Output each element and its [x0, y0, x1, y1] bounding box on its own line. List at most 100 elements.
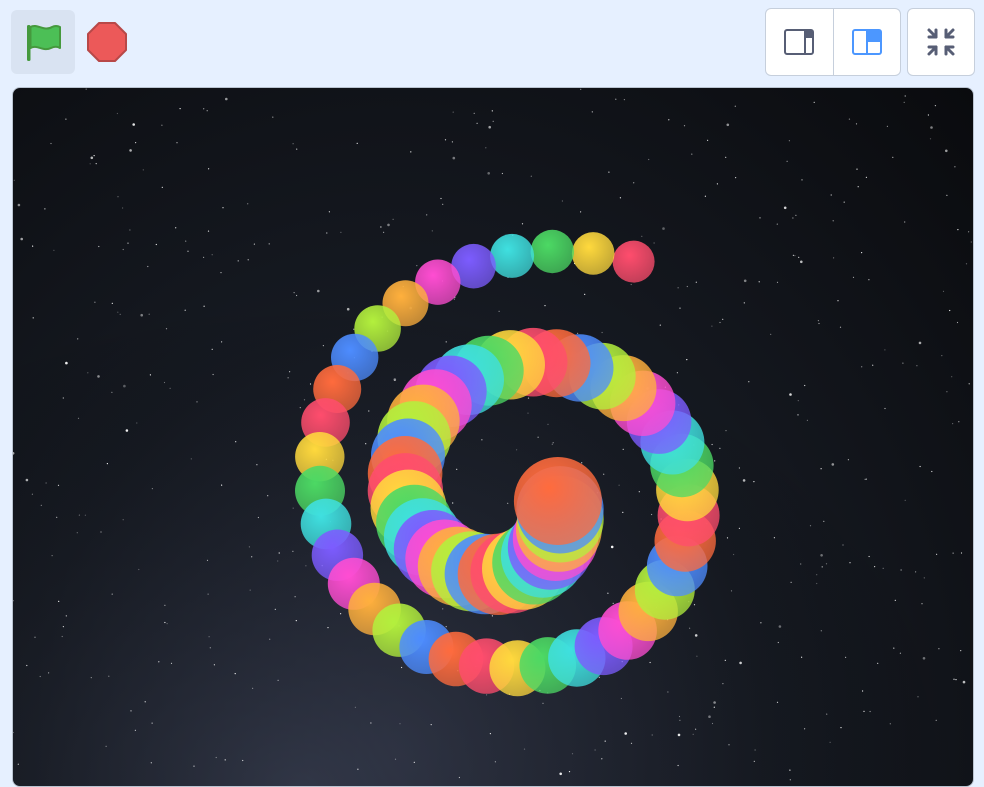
star [825, 563, 828, 565]
star [523, 748, 526, 750]
star [789, 769, 791, 771]
star [726, 123, 730, 127]
star [116, 112, 118, 115]
star [31, 493, 33, 495]
star [32, 317, 34, 319]
star [679, 307, 681, 309]
star [708, 715, 711, 718]
star [852, 276, 855, 278]
star [800, 563, 802, 565]
star [130, 710, 132, 712]
star [122, 519, 124, 521]
star [65, 361, 68, 365]
star [934, 105, 937, 107]
star [641, 235, 643, 237]
star [305, 565, 307, 567]
star [90, 156, 94, 160]
star [134, 729, 136, 731]
star [918, 341, 922, 345]
star [292, 550, 294, 552]
star [487, 172, 491, 175]
star [778, 625, 782, 628]
star [968, 231, 970, 233]
star [776, 281, 779, 283]
star [743, 302, 745, 304]
star [713, 701, 716, 704]
star [17, 203, 21, 207]
star [269, 638, 271, 640]
star [921, 603, 923, 605]
star [788, 140, 791, 142]
star [93, 155, 95, 157]
star [668, 119, 670, 121]
star [970, 241, 972, 243]
star [78, 514, 80, 516]
star [207, 230, 210, 232]
star [806, 419, 809, 421]
star [95, 163, 97, 165]
star [922, 657, 926, 660]
star [677, 764, 679, 767]
star [476, 122, 478, 124]
normal-stage-button[interactable] [832, 9, 901, 75]
stop-sign-icon [87, 22, 127, 62]
star [594, 749, 596, 751]
star [580, 211, 582, 213]
star [235, 441, 237, 443]
star [798, 256, 800, 258]
star [801, 179, 803, 181]
star [868, 279, 870, 281]
star [584, 293, 586, 295]
star [820, 468, 822, 470]
star [111, 391, 113, 393]
stage-canvas[interactable] [12, 87, 974, 787]
star [221, 341, 223, 343]
star [951, 376, 953, 378]
stage-toolbar [0, 0, 984, 86]
star [719, 321, 721, 324]
star [886, 125, 889, 127]
star [40, 504, 42, 506]
fullscreen-button[interactable] [907, 8, 975, 76]
star [426, 214, 428, 216]
star [776, 701, 779, 703]
star [184, 309, 186, 311]
star [57, 484, 60, 486]
star [704, 195, 707, 197]
star [795, 214, 797, 216]
star [489, 733, 491, 735]
star [303, 399, 306, 401]
star [225, 97, 228, 101]
star [208, 636, 210, 638]
star [622, 511, 624, 513]
star [26, 664, 28, 667]
star [274, 608, 276, 611]
star [722, 318, 724, 320]
star [287, 377, 289, 379]
star [960, 650, 962, 652]
small-stage-button[interactable] [766, 9, 833, 75]
ball-sprite [513, 457, 602, 545]
star [833, 257, 835, 259]
ball-sprite [490, 233, 535, 278]
star [431, 230, 433, 232]
star [892, 156, 894, 158]
star [809, 525, 812, 527]
star [149, 374, 151, 376]
star [649, 661, 651, 664]
ball-sprite [571, 232, 615, 275]
star [289, 371, 291, 373]
star [653, 242, 655, 244]
star [247, 259, 249, 261]
star [748, 381, 750, 383]
star [889, 723, 891, 725]
star [603, 473, 605, 475]
star [521, 223, 524, 225]
star [694, 634, 698, 637]
stop-button[interactable] [82, 16, 132, 68]
star [711, 325, 713, 327]
star [686, 359, 688, 361]
star [738, 467, 741, 469]
star [481, 439, 483, 441]
green-flag-button[interactable] [11, 10, 75, 74]
